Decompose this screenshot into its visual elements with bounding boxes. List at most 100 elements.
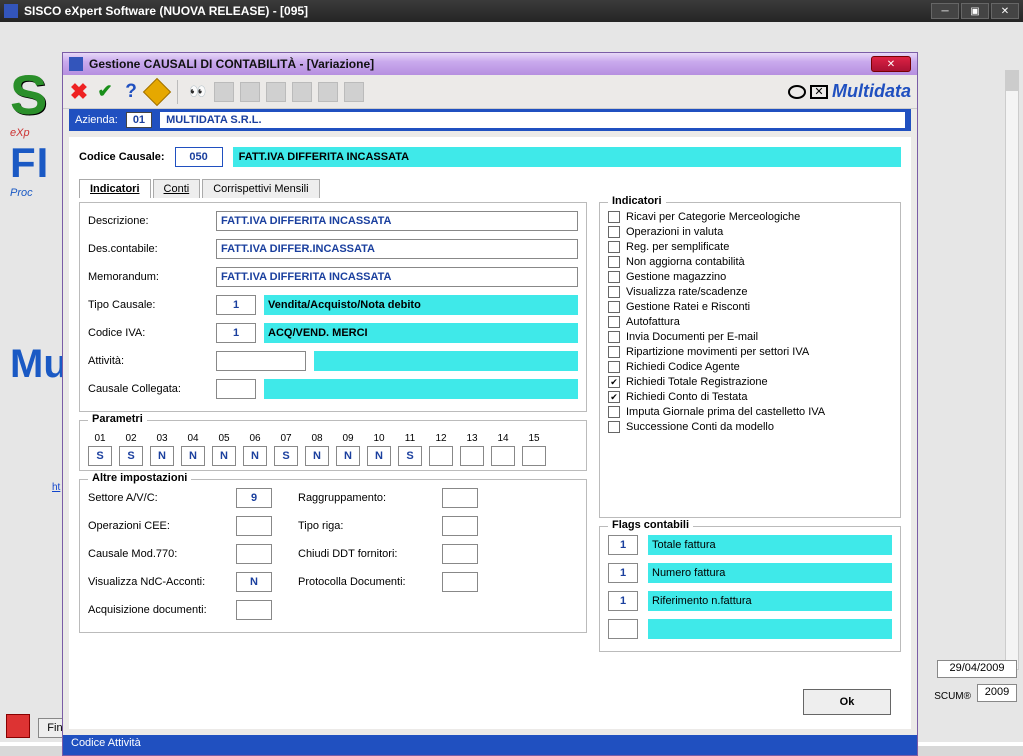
find-icon[interactable]: 👀: [188, 82, 208, 102]
iva-input[interactable]: [216, 323, 256, 343]
scroll-thumb[interactable]: [1006, 71, 1018, 91]
chiudiddt-input[interactable]: [442, 544, 478, 564]
param-cell[interactable]: [491, 446, 515, 466]
colleg-input[interactable]: [216, 379, 256, 399]
codice-input[interactable]: [175, 147, 223, 167]
checkbox[interactable]: [608, 301, 620, 313]
chiudiddt-label: Chiudi DDT fornitori:: [298, 548, 434, 560]
ht-link[interactable]: ht: [52, 482, 60, 493]
indicator-item[interactable]: Gestione magazzino: [608, 271, 892, 283]
indicator-item[interactable]: ✔Richiedi Conto di Testata: [608, 391, 892, 403]
param-cell[interactable]: [429, 446, 453, 466]
dialog-close-button[interactable]: ✕: [871, 56, 911, 72]
flag-input[interactable]: [608, 535, 638, 555]
tab-indicatori[interactable]: Indicatori: [79, 179, 151, 198]
tipo-input[interactable]: [216, 295, 256, 315]
param-cell[interactable]: S: [398, 446, 422, 466]
indicator-item[interactable]: ✔Richiedi Totale Registrazione: [608, 376, 892, 388]
flag-input[interactable]: [608, 619, 638, 639]
ok-button[interactable]: Ok: [803, 689, 891, 715]
checkbox[interactable]: [608, 271, 620, 283]
param-cell[interactable]: N: [181, 446, 205, 466]
indicator-item[interactable]: Reg. per semplificate: [608, 241, 892, 253]
protdoc-input[interactable]: [442, 572, 478, 592]
indicator-item[interactable]: Ripartizione movimenti per settori IVA: [608, 346, 892, 358]
indicator-item[interactable]: Gestione Ratei e Risconti: [608, 301, 892, 313]
param-cell[interactable]: S: [119, 446, 143, 466]
minimize-button[interactable]: ─: [931, 3, 959, 19]
special-icon[interactable]: [147, 82, 167, 102]
checkbox[interactable]: [608, 226, 620, 238]
param-cell[interactable]: N: [243, 446, 267, 466]
param-cell[interactable]: S: [88, 446, 112, 466]
param-cell[interactable]: S: [274, 446, 298, 466]
content: Codice Causale: FATT.IVA DIFFERITA INCAS…: [69, 137, 911, 729]
tiporiga-label: Tipo riga:: [298, 520, 434, 532]
confirm-icon[interactable]: ✔: [95, 82, 115, 102]
scrollbar[interactable]: [1005, 70, 1019, 670]
flag-row: [608, 619, 892, 639]
indicator-label: Autofattura: [626, 316, 680, 328]
param-cell[interactable]: [522, 446, 546, 466]
param-cell[interactable]: N: [336, 446, 360, 466]
azienda-name: MULTIDATA S.R.L.: [160, 112, 905, 128]
flag-input[interactable]: [608, 563, 638, 583]
raggr-input[interactable]: [442, 488, 478, 508]
indicator-item[interactable]: Richiedi Codice Agente: [608, 361, 892, 373]
indicator-item[interactable]: Ricavi per Categorie Merceologiche: [608, 211, 892, 223]
indicator-item[interactable]: Visualizza rate/scadenze: [608, 286, 892, 298]
cancel-icon[interactable]: ✖: [69, 82, 89, 102]
checkbox[interactable]: [608, 286, 620, 298]
memo-input[interactable]: [216, 267, 578, 287]
caus770-input[interactable]: [236, 544, 272, 564]
checkbox[interactable]: [608, 256, 620, 268]
maximize-button[interactable]: ▣: [961, 3, 989, 19]
indicator-item[interactable]: Non aggiorna contabilità: [608, 256, 892, 268]
date-box[interactable]: 29/04/2009: [937, 660, 1017, 678]
indicator-label: Ricavi per Categorie Merceologiche: [626, 211, 800, 223]
param-cell[interactable]: N: [212, 446, 236, 466]
checkbox[interactable]: [608, 406, 620, 418]
descont-input[interactable]: [216, 239, 578, 259]
attivita-input[interactable]: [216, 351, 306, 371]
group-indicatori: Indicatori Ricavi per Categorie Merceolo…: [599, 202, 901, 518]
azienda-code[interactable]: 01: [126, 112, 152, 128]
param-grid: 01S02S03N04N05N06N07S08N09N10N11S1213141…: [88, 433, 578, 466]
indicator-item[interactable]: Invia Documenti per E-mail: [608, 331, 892, 343]
checkbox[interactable]: ✔: [608, 391, 620, 403]
checkbox[interactable]: [608, 316, 620, 328]
indicator-item[interactable]: Autofattura: [608, 316, 892, 328]
indicator-item[interactable]: Imputa Giornale prima del castelletto IV…: [608, 406, 892, 418]
flag-row: Totale fattura: [608, 535, 892, 555]
tab-conti[interactable]: Conti: [153, 179, 201, 198]
param-cell[interactable]: N: [305, 446, 329, 466]
checkbox[interactable]: [608, 361, 620, 373]
close-button[interactable]: ✕: [991, 3, 1019, 19]
opcee-input[interactable]: [236, 516, 272, 536]
checkbox[interactable]: [608, 241, 620, 253]
toolbar-btn-6[interactable]: [344, 82, 364, 102]
tab-corrispettivi[interactable]: Corrispettivi Mensili: [202, 179, 319, 198]
checkbox[interactable]: ✔: [608, 376, 620, 388]
checkbox[interactable]: [608, 331, 620, 343]
indicator-item[interactable]: Operazioni in valuta: [608, 226, 892, 238]
help-icon[interactable]: ?: [121, 82, 141, 102]
toolbar-btn-5[interactable]: [318, 82, 338, 102]
param-cell[interactable]: N: [367, 446, 391, 466]
toolbar-btn-2[interactable]: [240, 82, 260, 102]
param-cell[interactable]: [460, 446, 484, 466]
toolbar-btn-4[interactable]: [292, 82, 312, 102]
checkbox[interactable]: [608, 421, 620, 433]
settore-input[interactable]: [236, 488, 272, 508]
visndc-input[interactable]: [236, 572, 272, 592]
toolbar-btn-3[interactable]: [266, 82, 286, 102]
param-cell[interactable]: N: [150, 446, 174, 466]
tiporiga-input[interactable]: [442, 516, 478, 536]
acqdoc-input[interactable]: [236, 600, 272, 620]
checkbox[interactable]: [608, 346, 620, 358]
checkbox[interactable]: [608, 211, 620, 223]
indicator-item[interactable]: Successione Conti da modello: [608, 421, 892, 433]
flag-input[interactable]: [608, 591, 638, 611]
toolbar-btn-1[interactable]: [214, 82, 234, 102]
descrizione-input[interactable]: [216, 211, 578, 231]
